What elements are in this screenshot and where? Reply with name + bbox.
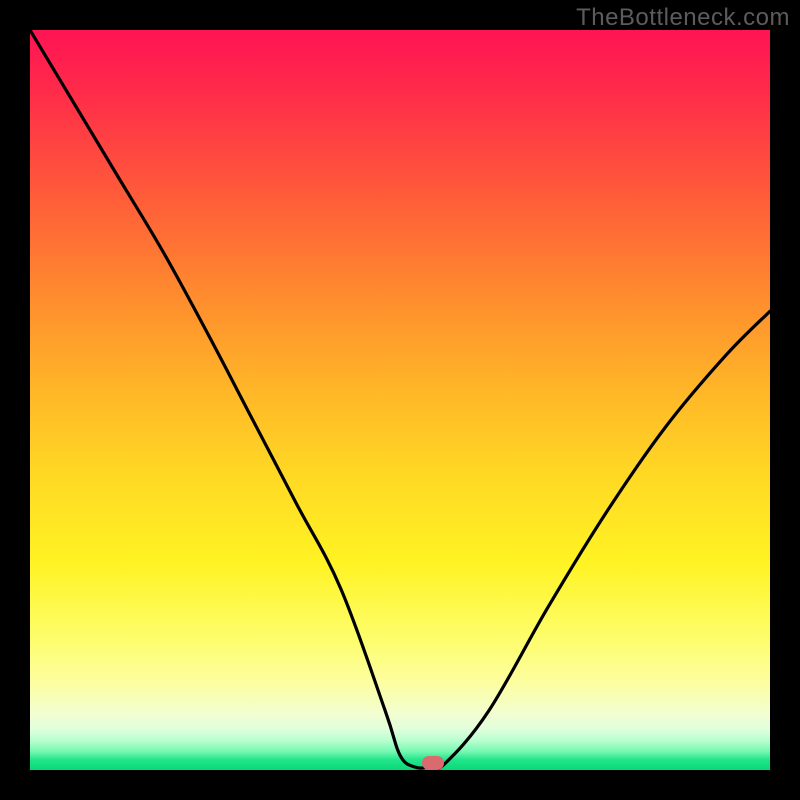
bottleneck-curve (30, 30, 770, 770)
chart-frame: TheBottleneck.com (0, 0, 800, 800)
curve-path (30, 30, 770, 769)
watermark-text: TheBottleneck.com (576, 4, 790, 32)
plot-area (30, 30, 770, 770)
optimal-point-marker (422, 756, 444, 770)
